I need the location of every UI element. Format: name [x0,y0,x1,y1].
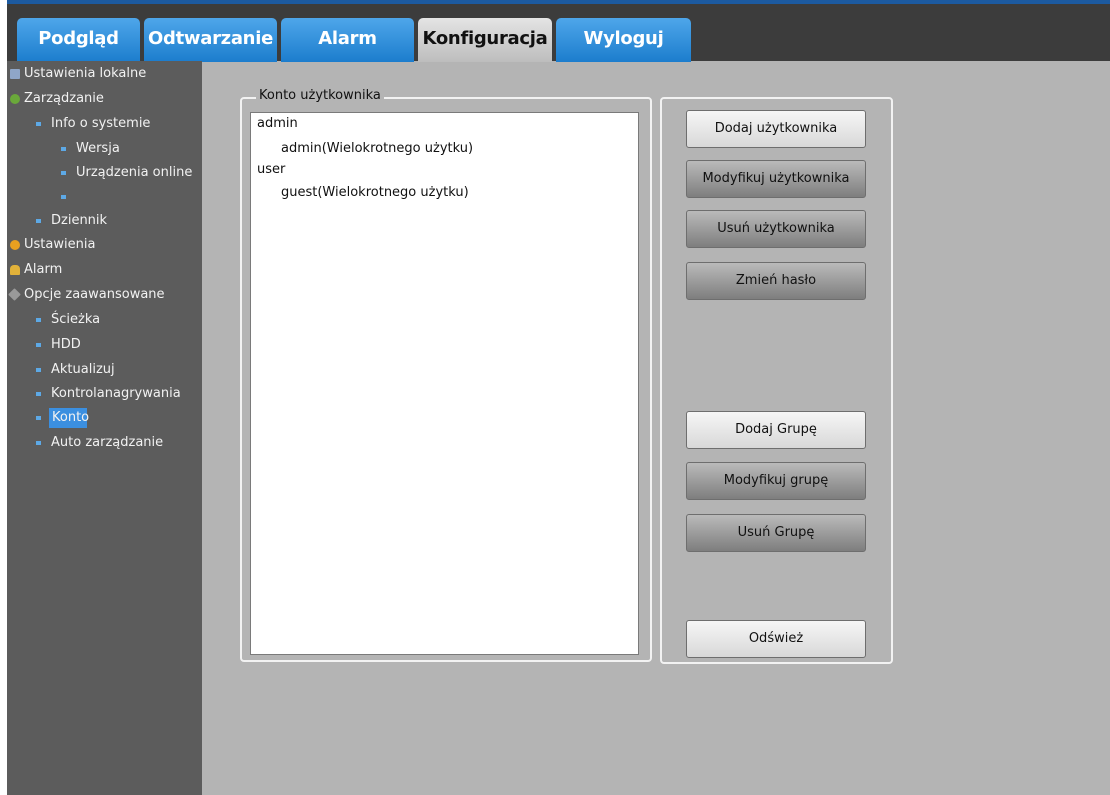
sidebar-tree: Ustawienia lokalne Zarządzanie Info o sy… [7,61,202,795]
tools-icon [8,288,21,301]
sidebar-item-info-o-systemie[interactable]: Info o systemie [7,113,202,135]
sidebar-item-label: Dziennik [51,213,108,228]
gear-icon [10,240,20,250]
group-title: Konto użytkownika [256,87,384,105]
monitor-icon [10,69,20,79]
tab-podglad[interactable]: Podgląd [17,18,140,62]
sidebar-item-auto-zarzadzanie[interactable]: Auto zarządzanie [7,432,202,454]
tab-wyloguj[interactable]: Wyloguj [556,18,691,62]
sidebar-item-label: Ścieżka [51,312,101,327]
sidebar-item-label: HDD [51,337,81,352]
sidebar-item-dziennik[interactable]: Dziennik [7,210,202,232]
bullet-icon [36,392,41,396]
bullet-icon [36,343,41,347]
info-icon [10,94,20,104]
sidebar-item-konto[interactable]: Konto [7,407,202,429]
top-navigation-bar: Podgląd Odtwarzanie Alarm Konfiguracja W… [7,4,1110,62]
sidebar-item-opcje-zaawansowane[interactable]: Opcje zaawansowane [7,284,202,306]
change-password-button[interactable]: Zmień hasło [686,262,866,300]
tab-odtwarzanie[interactable]: Odtwarzanie [144,18,277,62]
sidebar-item-zarzadzanie[interactable]: Zarządzanie [7,88,202,110]
tree-node-admin-user[interactable]: admin(Wielokrotnego użytku) [281,141,473,156]
bullet-icon [36,416,41,420]
add-group-button[interactable]: Dodaj Grupę [686,411,866,449]
sidebar-item-label: Ustawienia lokalne [24,66,147,81]
bullet-icon [36,318,41,322]
add-user-button[interactable]: Dodaj użytkownika [686,110,866,148]
sidebar-item-label: Alarm [24,262,63,277]
sidebar-item-label: Wersja [76,141,120,156]
app-window: Podgląd Odtwarzanie Alarm Konfiguracja W… [7,0,1110,795]
bullet-icon [61,171,66,175]
sidebar-item-urzadzenia-online[interactable]: Urządzenia online [7,162,202,184]
bullet-icon [61,147,66,151]
sidebar-item-sciezka[interactable]: Ścieżka [7,309,202,331]
tree-node-user[interactable]: user [257,162,285,177]
tab-konfiguracja[interactable]: Konfiguracja [418,18,552,62]
sidebar-item-kontrolanagrywania[interactable]: Kontrolanagrywania [7,383,202,405]
sidebar-item-label: Auto zarządzanie [51,435,164,450]
sidebar-item-empty[interactable] [7,186,202,208]
modify-user-button[interactable]: Modyfikuj użytkownika [686,160,866,198]
sidebar-item-label: Zarządzanie [24,91,104,106]
sidebar-item-ustawienia[interactable]: Ustawienia [7,234,202,256]
sidebar-item-aktualizuj[interactable]: Aktualizuj [7,359,202,381]
bell-icon [10,265,20,275]
sidebar-item-label: Konto [52,410,90,425]
sidebar-item-ustawienia-lokalne[interactable]: Ustawienia lokalne [7,63,202,85]
refresh-button[interactable]: Odśwież [686,620,866,658]
sidebar-item-label: Info o systemie [51,116,151,131]
bullet-icon [36,441,41,445]
bullet-icon [36,368,41,372]
bullet-icon [36,122,41,126]
sidebar-item-label: Aktualizuj [51,362,115,377]
sidebar-item-label: Kontrolanagrywania [51,386,181,401]
sidebar-item-label: Opcje zaawansowane [24,287,165,302]
sidebar-item-hdd[interactable]: HDD [7,334,202,356]
tree-node-admin[interactable]: admin [257,116,298,131]
sidebar-item-alarm[interactable]: Alarm [7,259,202,281]
delete-user-button[interactable]: Usuń użytkownika [686,210,866,248]
bullet-icon [36,219,41,223]
sidebar-item-wersja[interactable]: Wersja [7,138,202,160]
tab-alarm[interactable]: Alarm [281,18,414,62]
sidebar-item-label: Urządzenia online [76,165,193,180]
modify-group-button[interactable]: Modyfikuj grupę [686,462,866,500]
delete-group-button[interactable]: Usuń Grupę [686,514,866,552]
user-tree-list[interactable]: admin admin(Wielokrotnego użytku) user g… [250,112,639,655]
sidebar-item-label: Ustawienia [24,237,96,252]
tree-node-guest[interactable]: guest(Wielokrotnego użytku) [281,185,469,200]
bullet-icon [61,195,66,199]
